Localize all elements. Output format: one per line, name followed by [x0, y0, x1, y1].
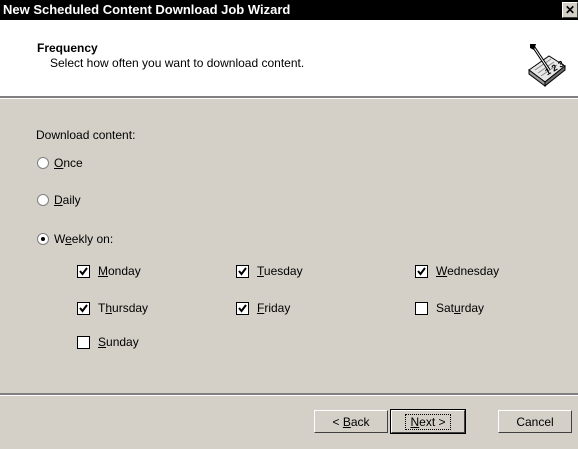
wizard-window: New Scheduled Content Download Job Wizar…	[0, 0, 578, 449]
checkbox-checked-icon[interactable]	[236, 301, 249, 315]
page-subtitle: Select how often you want to download co…	[50, 56, 305, 70]
cancel-button[interactable]: Cancel	[498, 410, 572, 433]
footer-separator	[0, 393, 578, 396]
checkbox-monday-label: Monday	[98, 264, 141, 278]
checkbox-checked-icon[interactable]	[236, 264, 249, 278]
next-button-label: Next >	[405, 413, 451, 430]
checkbox-friday[interactable]: Friday	[236, 301, 290, 315]
radio-button-icon[interactable]	[37, 157, 49, 169]
title-bar[interactable]: New Scheduled Content Download Job Wizar…	[0, 0, 578, 20]
checkbox-tuesday-label: Tuesday	[257, 264, 303, 278]
wizard-header: Frequency Select how often you want to d…	[0, 20, 578, 96]
back-button-label: < Back	[332, 414, 370, 429]
close-icon: ✕	[564, 3, 576, 17]
checkbox-friday-label: Friday	[257, 301, 291, 315]
checkbox-checked-icon[interactable]	[77, 301, 90, 315]
radio-daily-label: Daily	[54, 193, 81, 207]
checkbox-sunday-label: Sunday	[98, 335, 139, 349]
checkbox-checked-icon[interactable]	[415, 264, 428, 278]
page-title: Frequency	[37, 41, 98, 55]
radio-daily[interactable]: Daily	[37, 193, 81, 207]
checkbox-wednesday[interactable]: Wednesday	[415, 264, 499, 278]
download-content-label: Download content:	[36, 128, 136, 142]
wizard-book-icon: 1 2 3	[525, 44, 567, 91]
checkbox-checked-icon[interactable]	[77, 264, 90, 278]
checkbox-monday[interactable]: Monday	[77, 264, 141, 278]
checkbox-unchecked-icon[interactable]	[415, 301, 428, 315]
checkbox-saturday-label: Saturday	[436, 301, 485, 315]
radio-weekly[interactable]: Weekly on:	[37, 232, 113, 246]
radio-weekly-label: Weekly on:	[54, 232, 114, 246]
checkbox-thursday[interactable]: Thursday	[77, 301, 148, 315]
window-title: New Scheduled Content Download Job Wizar…	[3, 2, 291, 17]
checkbox-thursday-label: Thursday	[98, 301, 149, 315]
checkbox-saturday[interactable]: Saturday	[415, 301, 484, 315]
header-separator	[0, 96, 578, 99]
checkbox-tuesday[interactable]: Tuesday	[236, 264, 303, 278]
checkbox-sunday[interactable]: Sunday	[77, 335, 139, 349]
radio-button-icon[interactable]	[37, 194, 49, 206]
back-button[interactable]: < Back	[314, 410, 388, 433]
radio-once[interactable]: Once	[37, 156, 83, 170]
cancel-button-label: Cancel	[516, 414, 554, 429]
radio-button-selected-icon[interactable]	[37, 233, 49, 245]
radio-once-label: Once	[54, 156, 83, 170]
next-button[interactable]: Next >	[390, 409, 466, 434]
close-button[interactable]: ✕	[562, 2, 578, 18]
checkbox-unchecked-icon[interactable]	[77, 335, 90, 349]
checkbox-wednesday-label: Wednesday	[436, 264, 500, 278]
